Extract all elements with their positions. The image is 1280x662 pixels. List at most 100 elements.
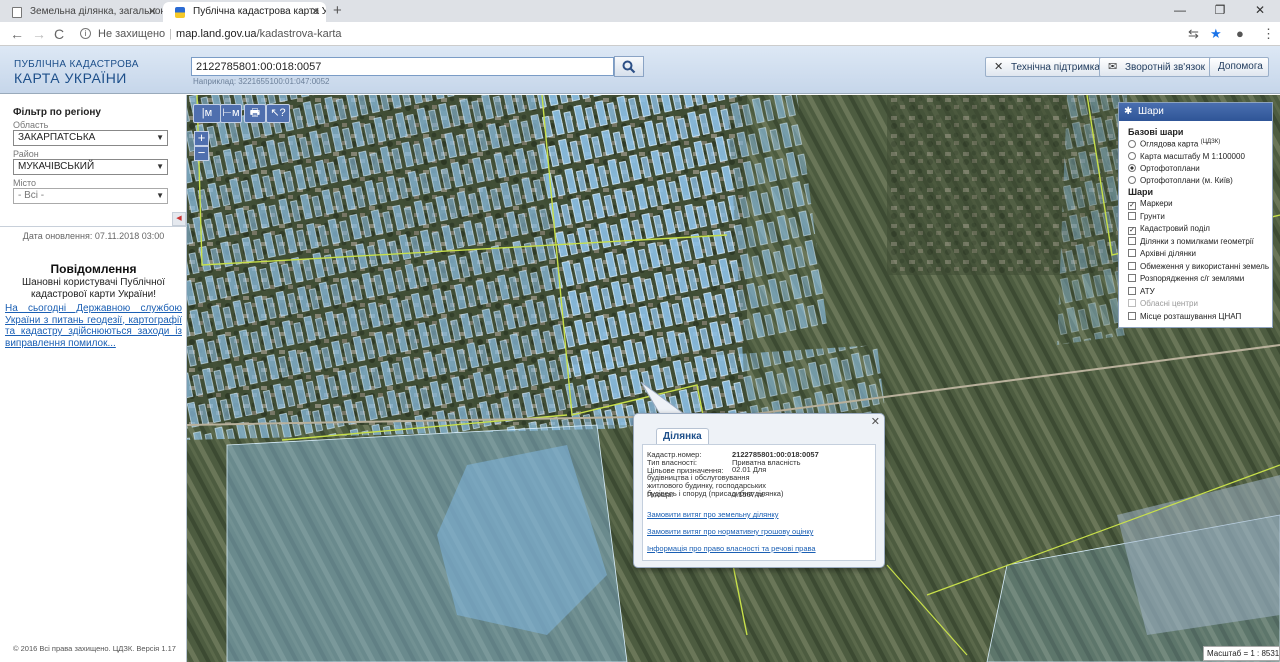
layers-panel: ✱ Шари Базові шари Оглядова карта (ЦДЗК) … [1118,102,1273,328]
layer-cnap[interactable]: Місце розташування ЦНАП [1128,312,1241,321]
tech-support-button[interactable]: ✕ Технічна підтримка [985,57,1109,77]
filter-title: Фільтр по регіону [13,107,101,118]
radio-on-icon [1128,164,1136,172]
zoom-out-button[interactable]: − [194,146,209,161]
measure-distance-tool[interactable]: |м [193,104,221,123]
layer-label: Ділянки з помилками геометрії [1140,237,1254,246]
browser-tab-2[interactable]: Публічна кадастрова карта Укр ✕ [163,2,326,22]
layer-label: Обласні центри [1140,299,1198,308]
envelope-icon: ✉ [1108,61,1118,73]
map-view[interactable]: |м ⊢м 🖶 ↖? + − ✱ Шари Базові шари Оглядов… [187,95,1280,662]
layer-soils[interactable]: Грунти [1128,212,1165,221]
tab-title: Публічна кадастрова карта Укр [193,6,326,17]
base-layer-orthophoto[interactable]: Ортофотоплани [1128,164,1200,173]
address-bar: ← → C i Не захищено | map.land.gov.ua/kada… [0,22,1280,46]
account-icon[interactable]: ● [1236,25,1244,43]
reload-button[interactable]: C [54,24,64,44]
app-header: ПУБЛІЧНА КАДАСТРОВА КАРТА УКРАЇНИ Наприк… [0,46,1280,94]
area-value: 0.1567 га [732,490,764,499]
divider [0,226,187,227]
layer-cadastral[interactable]: ✓ Кадастровий поділ [1128,224,1210,235]
layers-panel-header[interactable]: ✱ Шари [1119,103,1272,121]
rayon-select[interactable]: МУКАЧІВСЬКИЙ ▼ [13,159,168,175]
feedback-button[interactable]: ✉ Зворотній зв'язок [1099,57,1215,77]
search-button[interactable] [614,56,644,77]
parcel-info-popup: ✕ Ділянка Кадастр.номер: 2122785801:00:0… [633,413,885,568]
bookmark-star-icon[interactable]: ★ [1210,25,1222,43]
layer-label: Грунти [1140,212,1165,221]
info-icon[interactable]: i [80,28,91,39]
layer-restrictions[interactable]: Обмеження у використанні земель [1128,262,1269,271]
browser-tab-bar: Земельна ділянка, загальною п ✕ Публічна… [0,0,1280,22]
layer-label: Маркери [1140,199,1173,208]
tab-close-icon[interactable]: ✕ [311,2,320,22]
tab-close-icon[interactable]: ✕ [148,2,157,22]
order-extract-link[interactable]: Замовити витяг про земельну ділянку [647,510,779,519]
print-tool[interactable]: 🖶 [244,104,266,123]
area-label: Площа: [647,490,674,499]
forward-button[interactable]: → [32,24,46,44]
layer-agri-disposal[interactable]: Розпорядження с/г землями [1128,274,1244,283]
help-button[interactable]: Допомога [1209,57,1269,77]
message-link[interactable]: На сьогодні Державною службою України з … [5,303,182,349]
popup-body: Кадастр.номер: 2122785801:00:018:0057 Ти… [642,444,876,561]
map-scale: Масштаб = 1 : 8531 [1203,646,1280,661]
layer-sup: (ЦДЗК) [1200,139,1221,145]
minimize-button[interactable]: — [1160,0,1200,22]
cadastral-search-input[interactable] [191,57,614,76]
back-button[interactable]: ← [10,24,24,44]
new-tab-button[interactable]: + [333,2,342,20]
order-valuation-link[interactable]: Замовити витяг про нормативну грошову оц… [647,527,813,536]
identify-tool[interactable]: ↖? [266,104,290,123]
layer-label: Місце розташування ЦНАП [1140,312,1242,321]
checkbox-icon [1128,262,1136,270]
oblast-label: Область [13,120,49,130]
menu-icon[interactable]: ⋮ [1262,25,1275,43]
translate-icon[interactable]: ⇆ [1188,25,1199,43]
zoom-in-button[interactable]: + [194,131,209,146]
checkbox-icon [1128,287,1136,295]
base-layer-overview[interactable]: Оглядова карта (ЦДЗК) [1128,139,1220,149]
layer-label: Архівні ділянки [1140,249,1196,258]
update-date: Дата оновлення: 07.11.2018 03:00 [22,231,165,241]
popup-tab-parcel[interactable]: Ділянка [656,428,709,444]
url-field[interactable]: i Не захищено | map.land.gov.ua/kadastrova… [78,23,1198,45]
popup-close-button[interactable]: ✕ [871,415,880,428]
tab-title: Земельна ділянка, загальною п [30,6,163,17]
checkbox-icon [1128,274,1136,282]
logo-line-1: ПУБЛІЧНА КАДАСТРОВА [14,59,139,70]
layer-archive[interactable]: Архівні ділянки [1128,249,1196,258]
base-layer-orthophoto-kyiv[interactable]: Ортофотоплани (м. Київ) [1128,176,1233,185]
radio-off-icon [1128,139,1136,148]
overlay-layers-title: Шари [1128,187,1154,197]
document-icon [12,7,22,18]
checkbox-disabled-icon [1128,299,1136,307]
collapse-sidebar-button[interactable]: ◀ [172,212,186,226]
url-host: map.land.gov.ua [176,28,257,40]
oblast-value: ЗАКАРПАТСЬКА [18,132,96,143]
copyright: © 2016 Всі права захищено. ЦДЗК. Версія … [13,644,176,653]
city-select[interactable]: - Всі - ▼ [13,188,168,204]
layer-label: Обмеження у використанні земель [1140,262,1269,271]
browser-tab-1[interactable]: Земельна ділянка, загальною п ✕ [0,2,163,22]
layer-markers[interactable]: ✓ Маркери [1128,199,1173,210]
layer-label: Кадастровий поділ [1140,224,1210,233]
tools-icon: ✕ [994,61,1004,73]
layer-atu[interactable]: АТУ [1128,287,1155,296]
base-layers-title: Базові шари [1128,127,1184,137]
search-icon [622,60,636,74]
layer-geometry-errors[interactable]: Ділянки з помилками геометрії [1128,237,1254,246]
measure-area-tool[interactable]: ⊢м [220,104,242,123]
layer-label: Ортофотоплани [1140,164,1200,173]
oblast-select[interactable]: ЗАКАРПАТСЬКА ▼ [13,130,168,146]
checkbox-icon [1128,249,1136,257]
close-window-button[interactable]: ✕ [1240,0,1280,22]
orthophoto-map[interactable] [187,95,1280,662]
maximize-button[interactable]: ❐ [1200,0,1240,22]
ownership-info-link[interactable]: Інформація про право власності та речові… [647,544,816,553]
base-layer-100000[interactable]: Карта масштабу М 1:100000 [1128,152,1245,161]
radio-off-icon [1128,176,1136,184]
layers-title: Шари [1138,106,1164,117]
checkbox-checked-icon: ✓ [1128,202,1136,210]
flag-icon [175,7,185,18]
